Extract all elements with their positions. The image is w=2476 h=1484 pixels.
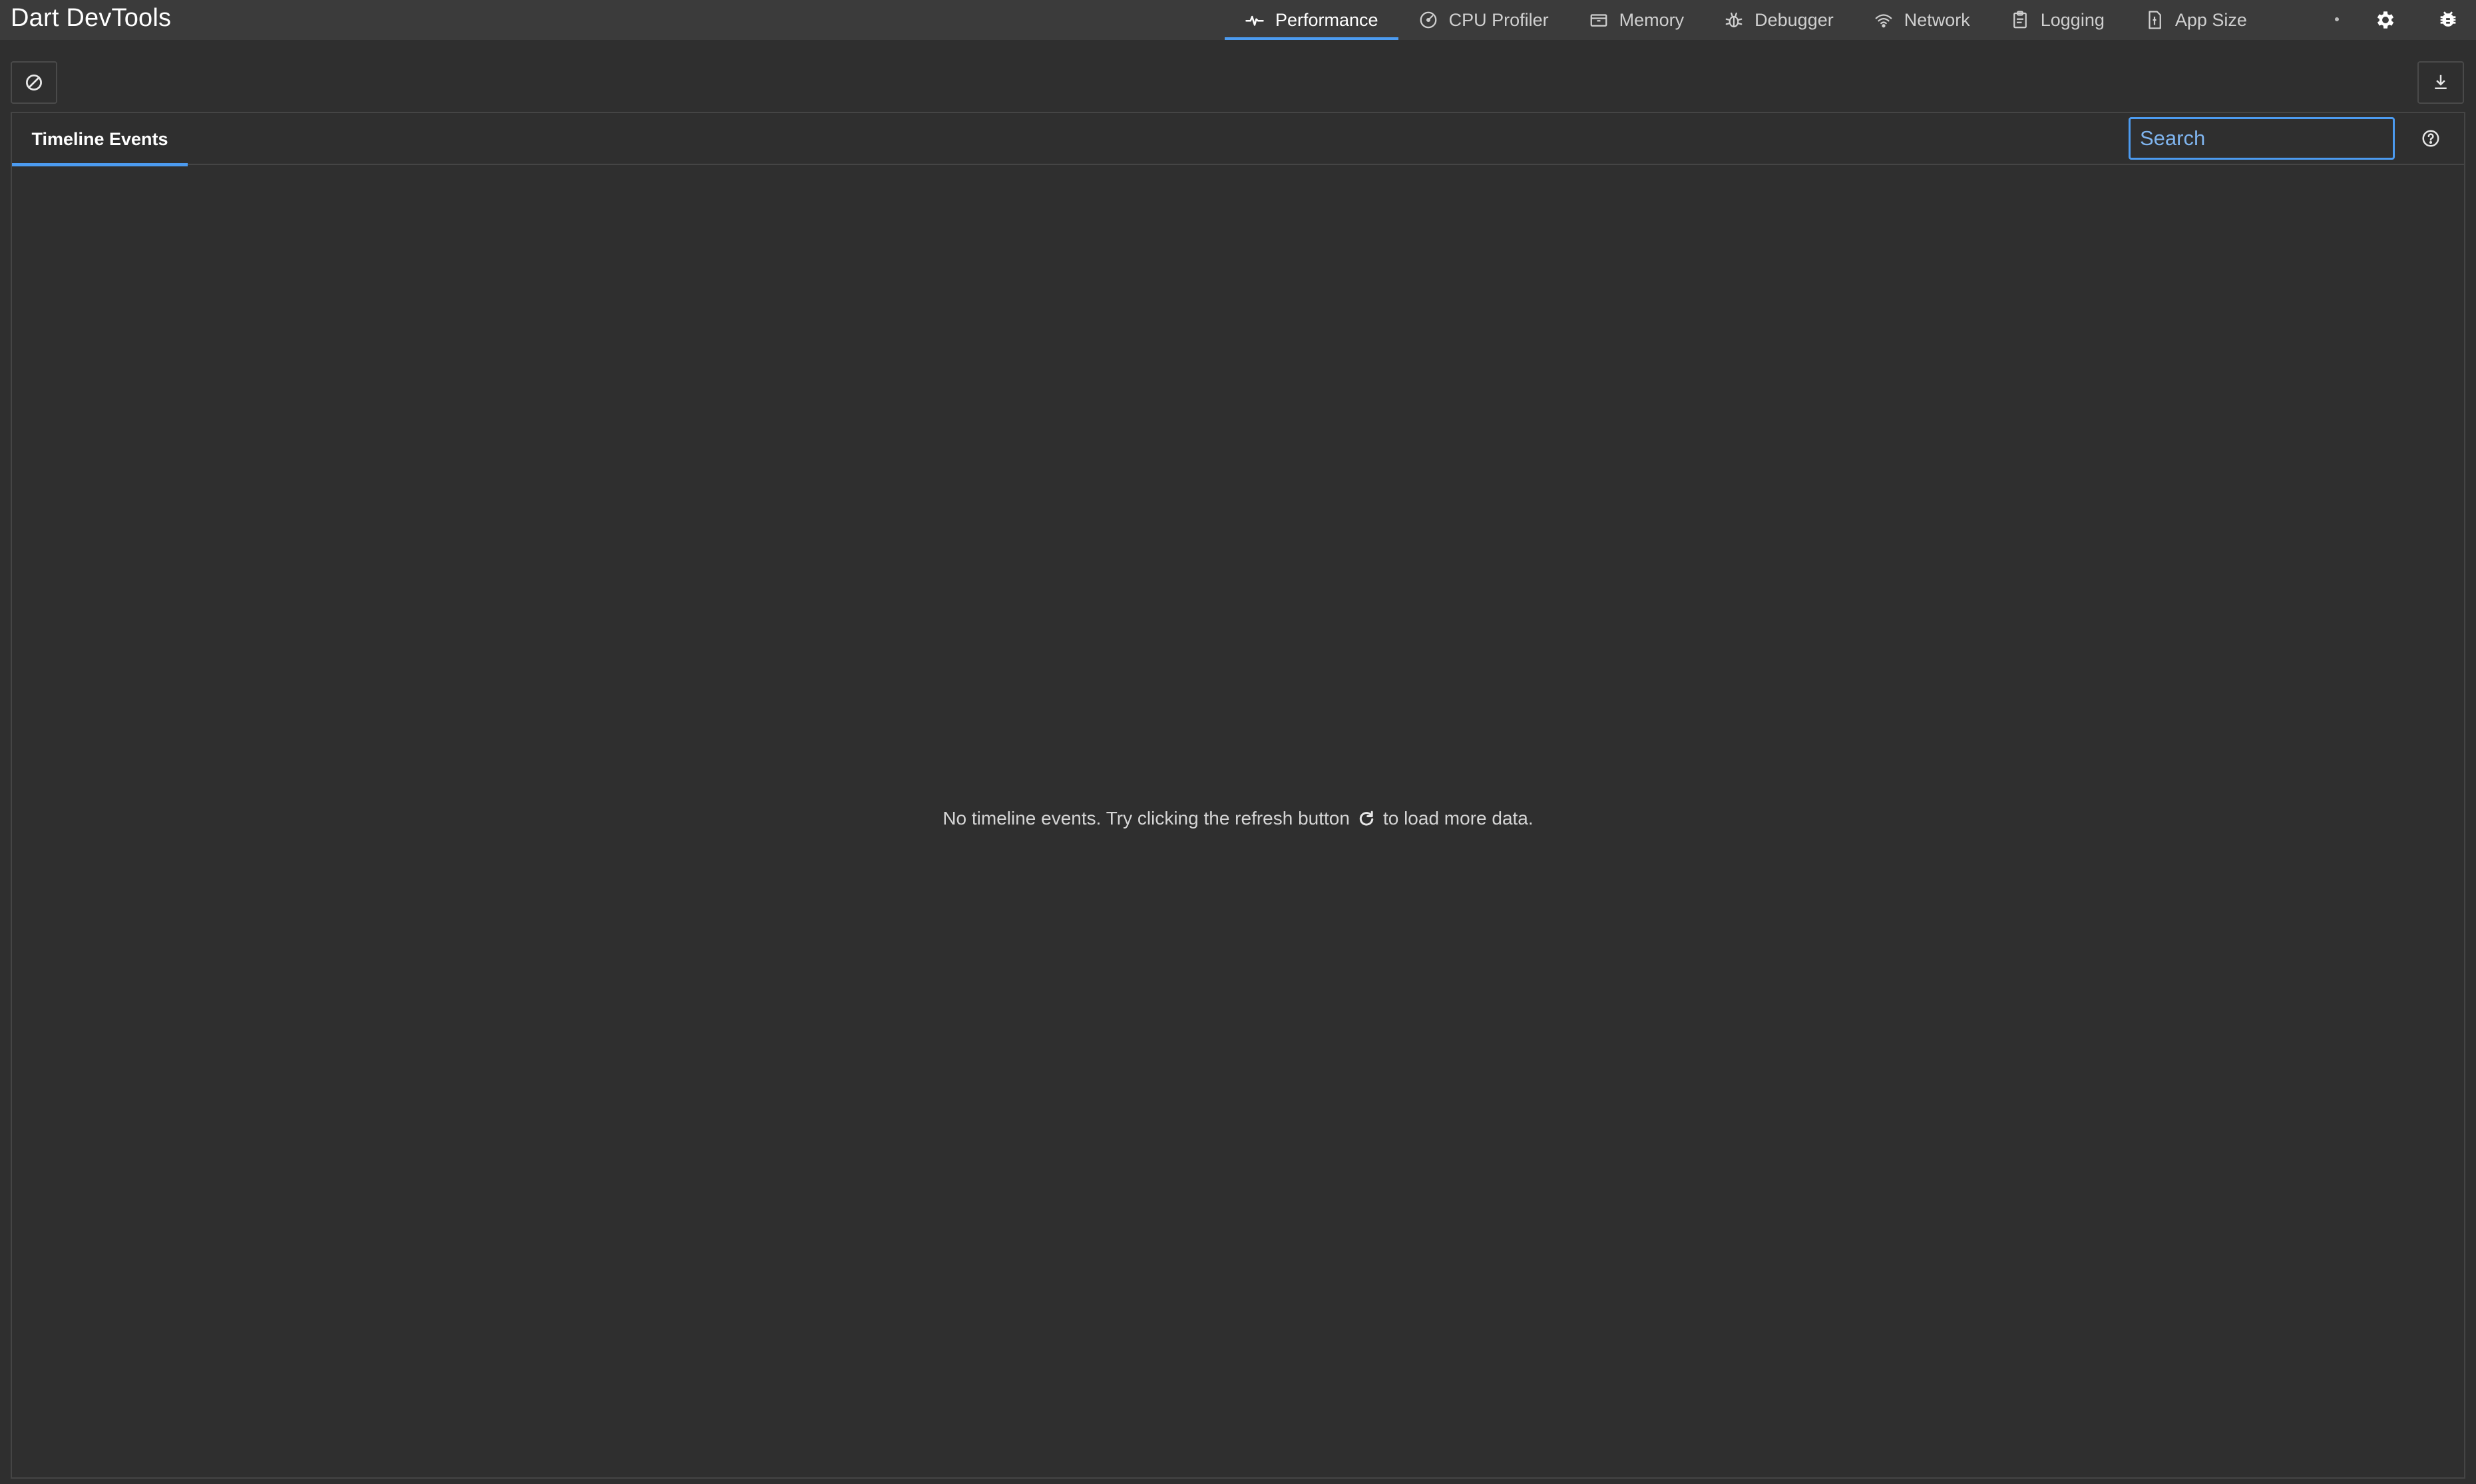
gear-icon[interactable] bbox=[2372, 7, 2399, 33]
tab-logging[interactable]: Logging bbox=[1990, 0, 2125, 40]
tab-network[interactable]: Network bbox=[1854, 0, 1990, 40]
tab-app-size[interactable]: App Size bbox=[2125, 0, 2267, 40]
tab-debugger[interactable]: Debugger bbox=[1704, 0, 1854, 40]
bug-icon[interactable] bbox=[2435, 7, 2461, 33]
search-input[interactable] bbox=[2129, 117, 2395, 160]
tab-memory[interactable]: Memory bbox=[1569, 0, 1705, 40]
clear-button[interactable] bbox=[11, 61, 57, 104]
app-bar: Dart DevTools Performance CPU Profiler M… bbox=[0, 0, 2476, 40]
panel-header: Timeline Events bbox=[12, 113, 2464, 166]
memory-icon bbox=[1589, 10, 1609, 30]
tab-performance[interactable]: Performance bbox=[1225, 0, 1398, 40]
tab-label: App Size bbox=[2174, 9, 2247, 30]
tab-label: Debugger bbox=[1754, 9, 1834, 30]
export-button[interactable] bbox=[2417, 61, 2464, 104]
logging-icon bbox=[2010, 10, 2030, 30]
timeline-events-panel: Timeline Events No timeline events. Try … bbox=[11, 112, 2465, 1479]
performance-icon bbox=[1245, 10, 1265, 30]
tab-cpu-profiler[interactable]: CPU Profiler bbox=[1398, 0, 1569, 40]
empty-state-message: No timeline events. Try clicking the ref… bbox=[12, 808, 2464, 829]
tab-label: Performance bbox=[1275, 9, 1378, 30]
app-size-icon bbox=[2145, 10, 2165, 30]
tab-timeline-events[interactable]: Timeline Events bbox=[12, 113, 188, 166]
empty-text-after: to load more data. bbox=[1382, 808, 1534, 829]
tab-label: Network bbox=[1904, 9, 1970, 30]
tab-label: Memory bbox=[1619, 9, 1685, 30]
debugger-icon bbox=[1724, 10, 1744, 30]
app-title: Dart DevTools bbox=[11, 4, 172, 32]
clear-icon bbox=[24, 73, 44, 93]
help-button[interactable] bbox=[2417, 125, 2444, 152]
nav-tabs: Performance CPU Profiler Memory Debugger… bbox=[1225, 0, 2267, 40]
download-icon bbox=[2431, 73, 2451, 93]
tab-label: CPU Profiler bbox=[1448, 9, 1549, 30]
more-tabs-indicator[interactable] bbox=[2335, 17, 2339, 21]
help-icon bbox=[2421, 128, 2441, 148]
refresh-icon bbox=[1356, 809, 1376, 829]
empty-text-before: No timeline events. Try clicking the ref… bbox=[942, 808, 1350, 829]
network-icon bbox=[1874, 10, 1894, 30]
tab-label: Logging bbox=[2040, 9, 2105, 30]
cpu-profiler-icon bbox=[1418, 10, 1438, 30]
